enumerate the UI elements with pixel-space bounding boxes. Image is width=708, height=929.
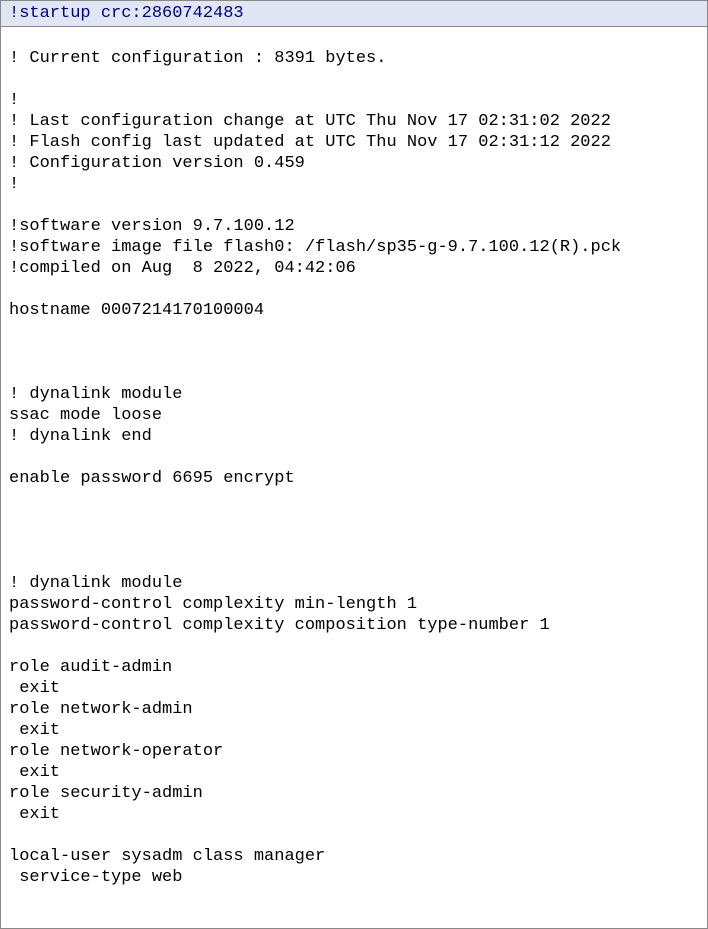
- config-output: ! Current configuration : 8391 bytes. ! …: [1, 27, 707, 888]
- config-header-line: !startup crc:2860742483: [1, 1, 707, 27]
